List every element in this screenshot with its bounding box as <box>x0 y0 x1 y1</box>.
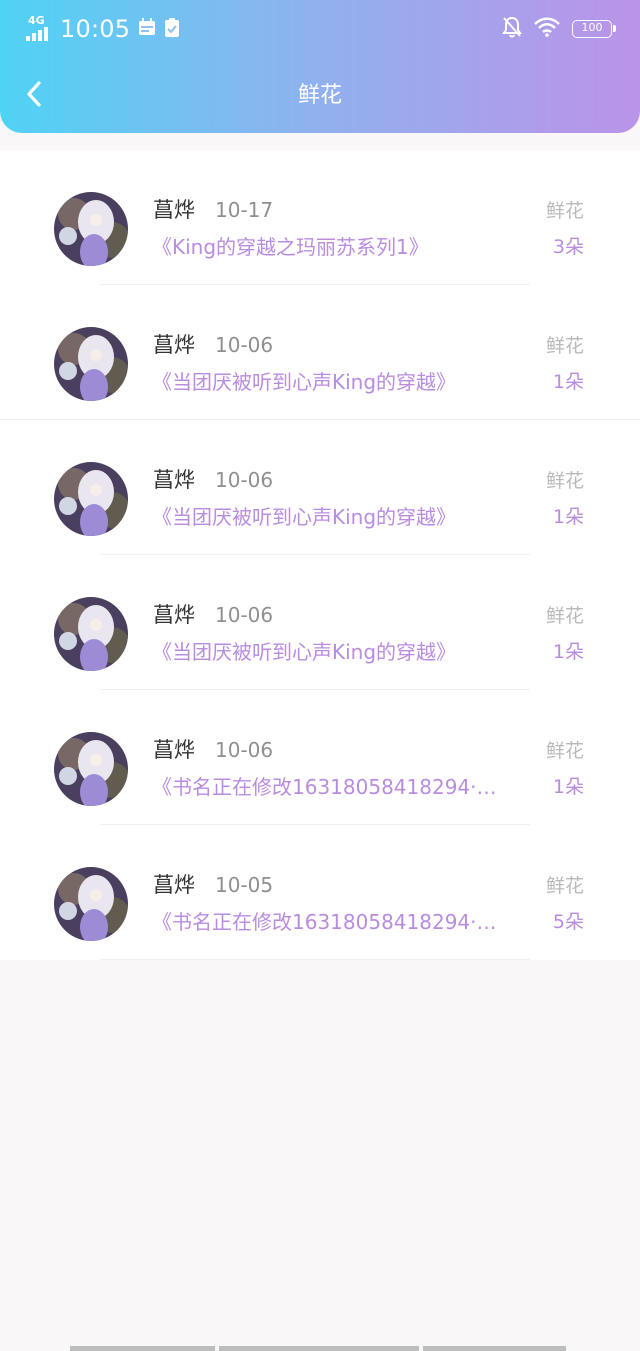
user-name: 菖烨 <box>153 468 195 492</box>
avatar[interactable] <box>54 597 128 671</box>
avatar[interactable] <box>54 327 128 401</box>
home-indicator-segment <box>70 1346 216 1351</box>
book-title[interactable]: 《当团厌被听到心声King的穿越》 <box>152 367 537 397</box>
home-indicator-segment <box>422 1346 566 1351</box>
user-name: 菖烨 <box>153 333 195 357</box>
gift-label: 鲜花 <box>545 605 584 627</box>
gift-count: 5朵 <box>552 911 584 933</box>
battery-icon: 100 <box>572 20 616 38</box>
user-name: 菖烨 <box>153 873 195 897</box>
gift-count: 1朵 <box>552 506 584 528</box>
app-header: 4G 10:05 100 鲜花 <box>0 0 640 133</box>
status-right: 100 <box>490 14 616 44</box>
flower-record-list: 菖烨 10-17 《King的穿越之玛丽苏系列1》 鲜花 3朵 菖烨 10-06… <box>0 150 640 960</box>
home-indicator-segment <box>219 1346 419 1351</box>
flower-record-row[interactable]: 菖烨 10-06 《当团厌被听到心声King的穿越》 鲜花 1朵 <box>0 285 640 420</box>
clipboard-check-icon <box>164 17 180 41</box>
flower-record-row[interactable]: 菖烨 10-17 《King的穿越之玛丽苏系列1》 鲜花 3朵 <box>0 150 640 285</box>
user-name: 菖烨 <box>153 603 195 627</box>
gift-date: 10-06 <box>215 468 274 492</box>
book-title[interactable]: 《当团厌被听到心声King的穿越》 <box>152 637 537 667</box>
status-bar: 4G 10:05 100 <box>0 0 640 58</box>
avatar[interactable] <box>54 462 128 536</box>
status-left: 4G 10:05 <box>26 12 180 46</box>
flower-record-row[interactable]: 菖烨 10-06 《书名正在修改16318058418294·… 鲜花 1朵 <box>0 690 640 825</box>
book-title[interactable]: 《书名正在修改16318058418294·… <box>152 907 537 937</box>
bell-off-icon <box>502 16 522 42</box>
gift-count: 3朵 <box>552 236 584 258</box>
page-title: 鲜花 <box>297 83 342 108</box>
gift-date: 10-06 <box>215 738 274 762</box>
gift-count: 1朵 <box>552 371 584 393</box>
gift-date: 10-06 <box>215 603 274 627</box>
chevron-left-icon <box>27 81 41 107</box>
flower-record-row[interactable]: 菖烨 10-05 《书名正在修改16318058418294·… 鲜花 5朵 <box>0 825 640 960</box>
home-indicator <box>70 1346 570 1351</box>
gift-label: 鲜花 <box>545 335 584 357</box>
calendar-icon <box>138 18 156 40</box>
gift-date: 10-05 <box>215 873 274 897</box>
book-title[interactable]: 《书名正在修改16318058418294·… <box>152 772 537 802</box>
gift-count: 1朵 <box>552 776 584 798</box>
book-title[interactable]: 《当团厌被听到心声King的穿越》 <box>152 502 537 532</box>
wifi-icon <box>534 17 560 41</box>
status-time: 10:05 <box>60 15 131 43</box>
book-title[interactable]: 《King的穿越之玛丽苏系列1》 <box>152 232 537 262</box>
gift-label: 鲜花 <box>545 200 584 222</box>
gift-label: 鲜花 <box>545 875 584 897</box>
flower-record-row[interactable]: 菖烨 10-06 《当团厌被听到心声King的穿越》 鲜花 1朵 <box>0 555 640 690</box>
avatar[interactable] <box>54 732 128 806</box>
signal-icon: 4G <box>26 14 56 44</box>
battery-level: 100 <box>581 21 603 34</box>
network-type: 4G <box>28 14 45 27</box>
gift-count: 1朵 <box>552 641 584 663</box>
back-button[interactable] <box>18 76 50 112</box>
gift-date: 10-06 <box>215 333 274 357</box>
avatar[interactable] <box>54 867 128 941</box>
avatar[interactable] <box>54 192 128 266</box>
user-name: 菖烨 <box>153 198 195 222</box>
flower-record-row[interactable]: 菖烨 10-06 《当团厌被听到心声King的穿越》 鲜花 1朵 <box>0 420 640 555</box>
gift-date: 10-17 <box>215 198 274 222</box>
user-name: 菖烨 <box>153 738 195 762</box>
gift-label: 鲜花 <box>545 740 584 762</box>
gift-label: 鲜花 <box>545 470 584 492</box>
